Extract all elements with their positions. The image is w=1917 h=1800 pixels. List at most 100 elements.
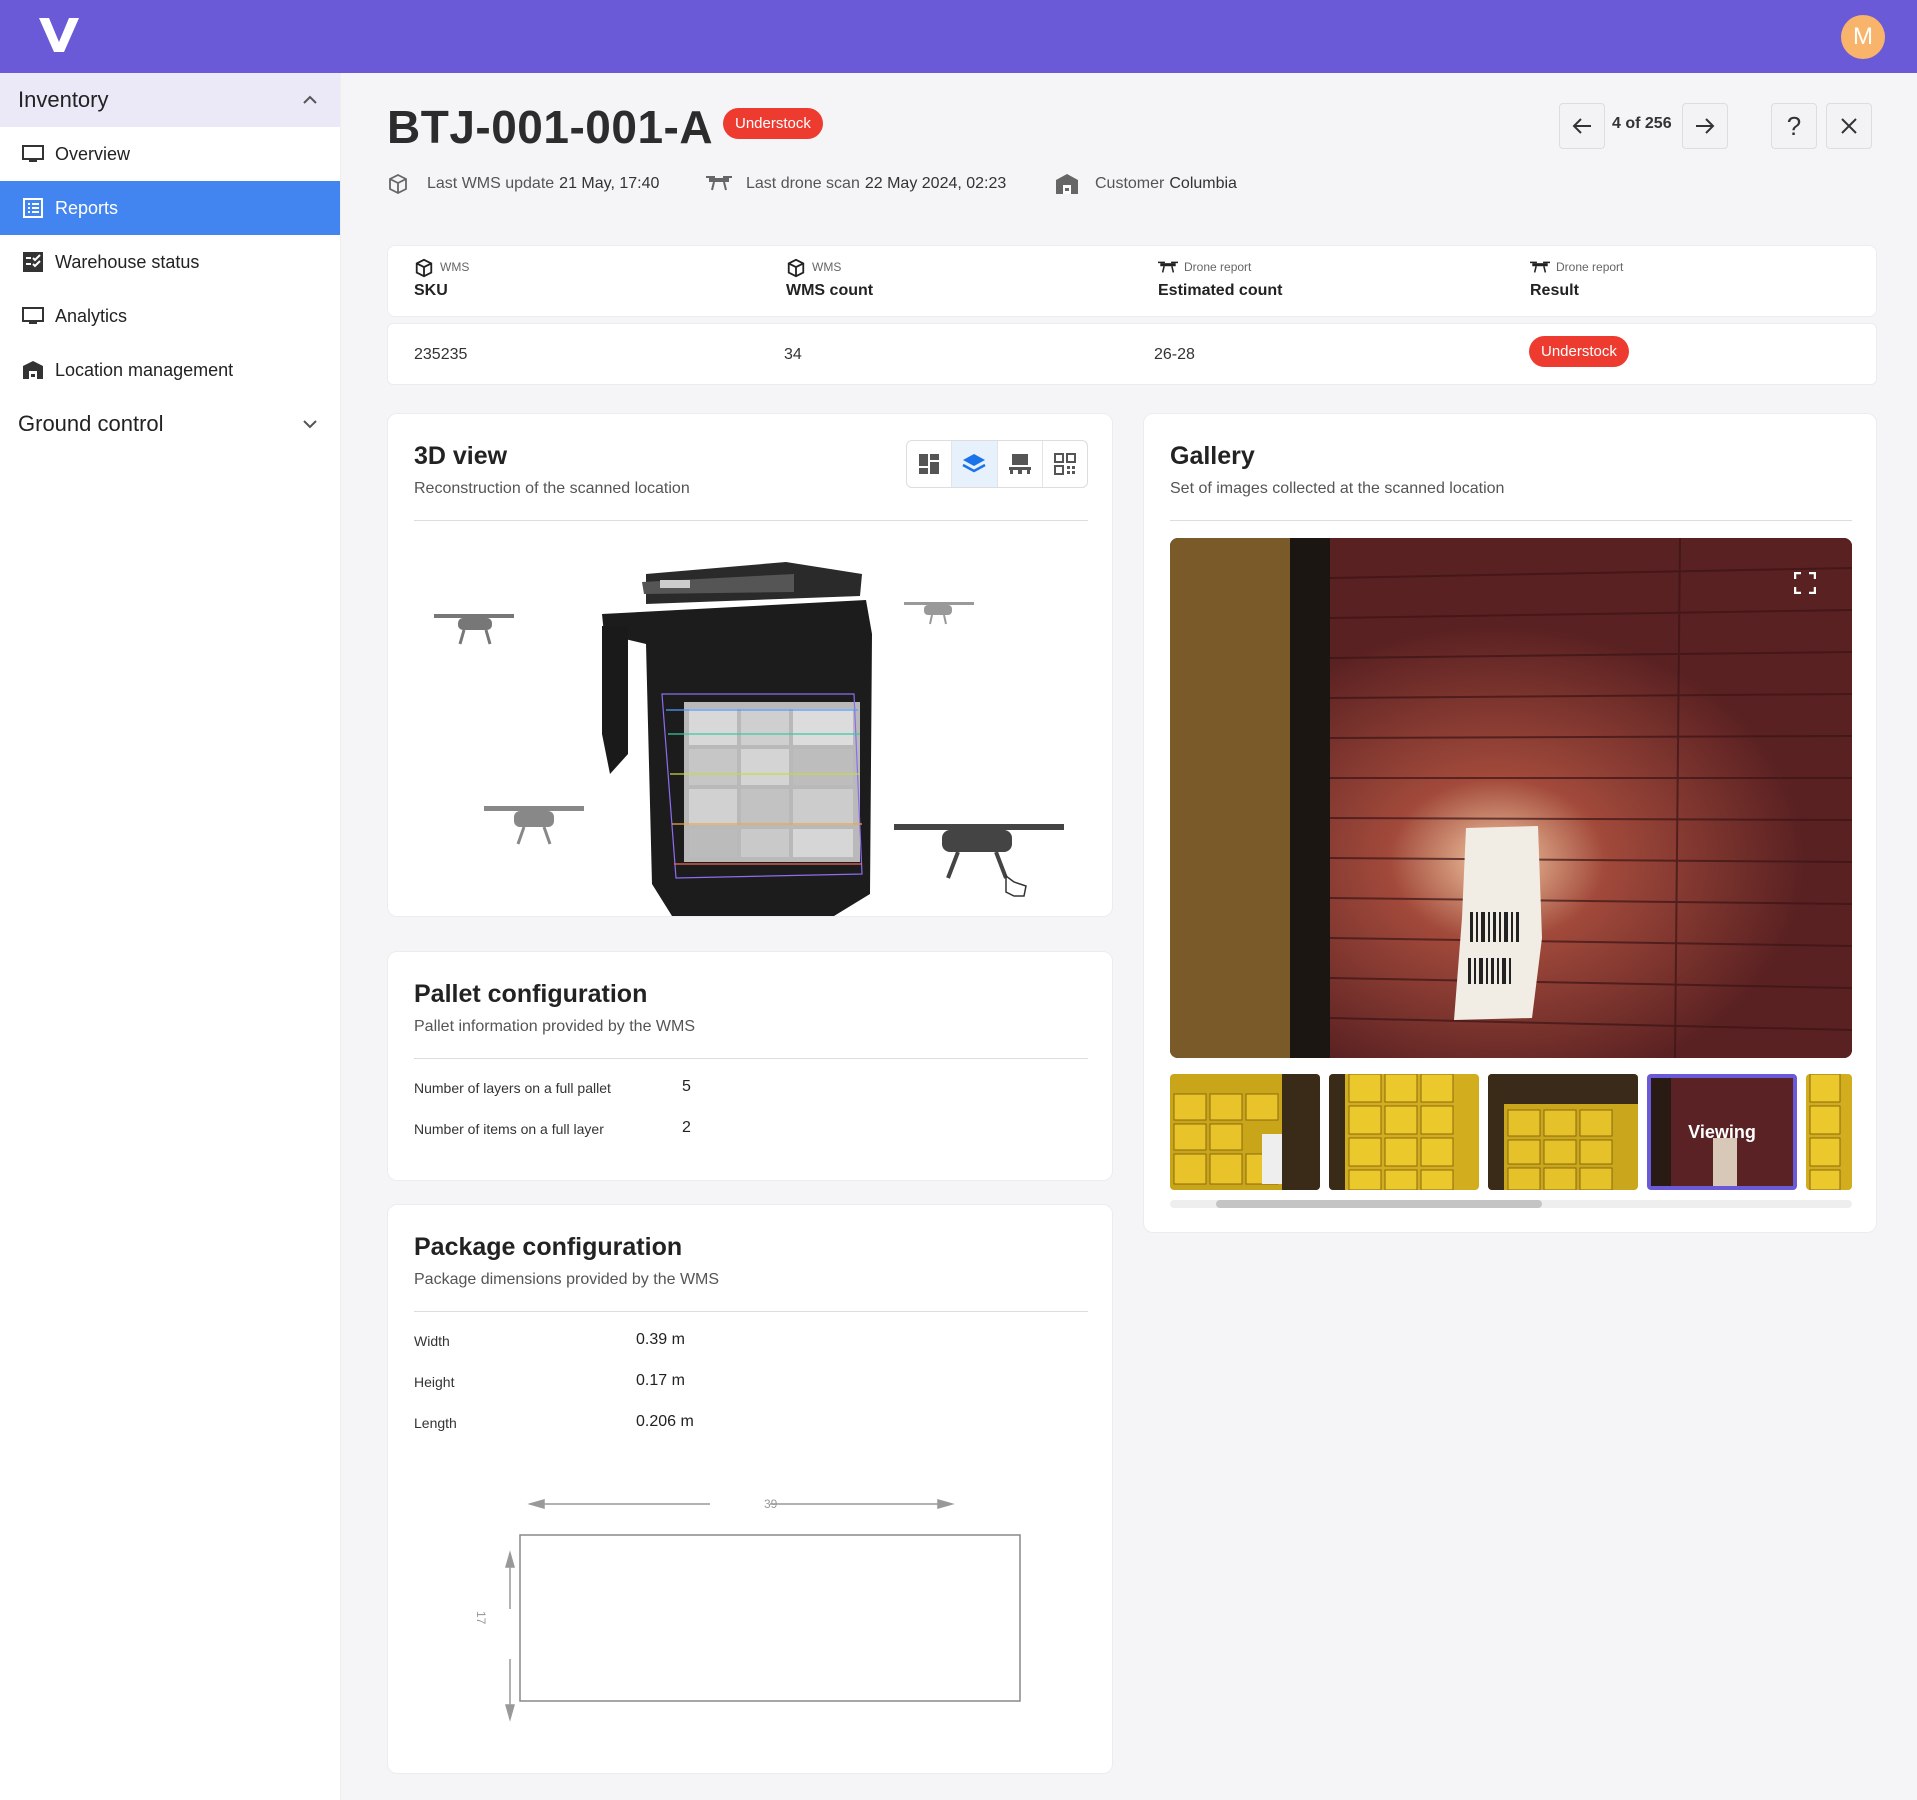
monitor-icon: [22, 305, 44, 327]
meta-wms-update: Last WMS update 21 May, 17:40: [387, 173, 659, 195]
layers-icon: [962, 454, 986, 473]
diagram-height-label: 17: [474, 1611, 488, 1625]
qr-view-button[interactable]: [1043, 441, 1087, 487]
sidebar-item-overview[interactable]: Overview: [0, 127, 340, 181]
sidebar-group-label: Ground control: [18, 411, 164, 436]
column-wms-count: WMS WMS count: [786, 258, 874, 299]
help-button[interactable]: ?: [1771, 103, 1817, 149]
package-length-label: Length: [414, 1415, 457, 1431]
drone-model-icon: [894, 824, 1064, 879]
diagram-width-label: 39: [764, 1497, 778, 1511]
close-button[interactable]: [1826, 103, 1872, 149]
drone-icon: [1158, 258, 1178, 276]
chevron-down-icon: [303, 420, 317, 429]
gallery-thumbnail[interactable]: [1806, 1074, 1852, 1190]
grid-view-button[interactable]: [907, 441, 953, 487]
package-length-value: 0.206 m: [636, 1413, 694, 1430]
card-title: Package configuration: [414, 1233, 683, 1261]
qr-code-icon: [1053, 453, 1076, 475]
top-app-bar: M: [0, 0, 1917, 73]
drone-model-icon: [434, 614, 514, 645]
arrow-right-icon: [1696, 118, 1715, 134]
cell-estimated-count: 26-28: [1154, 346, 1195, 363]
pallet-config-card: Pallet configuration Pallet information …: [387, 951, 1113, 1181]
status-badge: Understock: [723, 108, 823, 139]
column-sku: WMS SKU: [414, 258, 470, 299]
sidebar-item-label: Warehouse status: [55, 251, 200, 272]
divider: [414, 1311, 1088, 1312]
point-cloud-rack: [602, 562, 872, 916]
gallery-thumbnail-active[interactable]: Viewing: [1647, 1074, 1797, 1190]
point-cloud-canvas[interactable]: [414, 534, 1088, 916]
cell-sku: 235235: [414, 346, 468, 363]
column-estimated-count: Drone report Estimated count: [1158, 258, 1283, 299]
grid-view-icon: [919, 454, 940, 474]
summary-table-header: WMS SKU WMS WMS count Drone report Estim…: [387, 245, 1877, 317]
user-avatar[interactable]: M: [1841, 15, 1885, 59]
package-height-value: 0.17 m: [636, 1372, 685, 1389]
sidebar-group-inventory[interactable]: Inventory: [0, 73, 340, 127]
sidebar-item-label: Location management: [55, 359, 234, 380]
main-content: BTJ-001-001-A Understock 4 of 256 ? Last…: [341, 73, 1917, 1800]
package-width-label: Width: [414, 1333, 450, 1349]
warehouse-icon: [22, 359, 44, 381]
card-title: Gallery: [1170, 442, 1255, 470]
meta-customer: Customer Columbia: [1055, 173, 1237, 195]
card-subtitle: Pallet information provided by the WMS: [414, 1018, 696, 1035]
cube-icon: [387, 173, 413, 195]
cube-icon: [414, 258, 434, 278]
pallet-icon: [1008, 454, 1031, 474]
sidebar-group-ground-control[interactable]: Ground control: [0, 397, 340, 451]
close-icon: [1841, 118, 1857, 134]
sidebar-item-warehouse-status[interactable]: Warehouse status: [0, 235, 340, 289]
checklist-icon: [22, 251, 44, 273]
sidebar-item-reports[interactable]: Reports: [0, 181, 340, 235]
sidebar-item-location-management[interactable]: Location management: [0, 343, 340, 397]
gallery-thumbnail[interactable]: [1329, 1074, 1479, 1190]
drone-model-icon: [484, 806, 584, 845]
sidebar-item-label: Analytics: [55, 305, 128, 326]
card-title: 3D view: [414, 442, 508, 470]
previous-button[interactable]: [1559, 103, 1605, 149]
barcode-label: [1454, 826, 1542, 1020]
card-title: Pallet configuration: [414, 980, 648, 1008]
viewing-label: Viewing: [1688, 1121, 1756, 1142]
pager-label: 4 of 256: [1612, 115, 1672, 132]
package-config-card: Package configuration Package dimensions…: [387, 1204, 1113, 1774]
app-logo[interactable]: [36, 12, 82, 58]
pallet-items-label: Number of items on a full layer: [414, 1121, 604, 1137]
divider: [414, 1058, 1088, 1059]
pallet-view-button[interactable]: [998, 441, 1043, 487]
pallet-layers-label: Number of layers on a full pallet: [414, 1080, 611, 1096]
pallet-items-value: 2: [682, 1119, 691, 1136]
card-subtitle: Set of images collected at the scanned l…: [1170, 480, 1505, 497]
layers-view-button[interactable]: [952, 441, 998, 487]
monitor-icon: [22, 143, 44, 165]
table-row[interactable]: 235235 34 26-28 Understock: [387, 323, 1877, 385]
column-result: Drone report Result: [1530, 258, 1624, 299]
page-title: BTJ-001-001-A: [387, 101, 714, 153]
drone-icon: [706, 173, 732, 195]
result-badge: Understock: [1529, 336, 1629, 367]
fullscreen-icon[interactable]: [1794, 572, 1816, 594]
package-height-label: Height: [414, 1374, 455, 1390]
gallery-thumbnail[interactable]: [1170, 1074, 1320, 1190]
next-button[interactable]: [1682, 103, 1728, 149]
gallery-scrollbar[interactable]: [1170, 1200, 1852, 1208]
sidebar: Inventory Overview Reports Warehouse sta…: [0, 73, 341, 1800]
cell-wms-count: 34: [784, 346, 802, 363]
gallery-card: Gallery Set of images collected at the s…: [1143, 413, 1877, 1233]
gallery-thumbnail[interactable]: [1488, 1074, 1638, 1190]
divider: [414, 520, 1088, 521]
gallery-main-image[interactable]: [1170, 538, 1852, 1058]
scrollbar-thumb[interactable]: [1216, 1200, 1542, 1208]
chevron-up-icon: [303, 95, 317, 104]
list-icon: [22, 197, 44, 219]
package-width-value: 0.39 m: [636, 1331, 685, 1348]
meta-drone-scan: Last drone scan 22 May 2024, 02:23: [706, 173, 1006, 195]
view-mode-toolbar: [906, 440, 1088, 488]
sidebar-item-analytics[interactable]: Analytics: [0, 289, 340, 343]
drone-icon: [1530, 258, 1550, 276]
package-dimension-diagram: [505, 1499, 1021, 1722]
arrow-left-icon: [1572, 118, 1591, 134]
